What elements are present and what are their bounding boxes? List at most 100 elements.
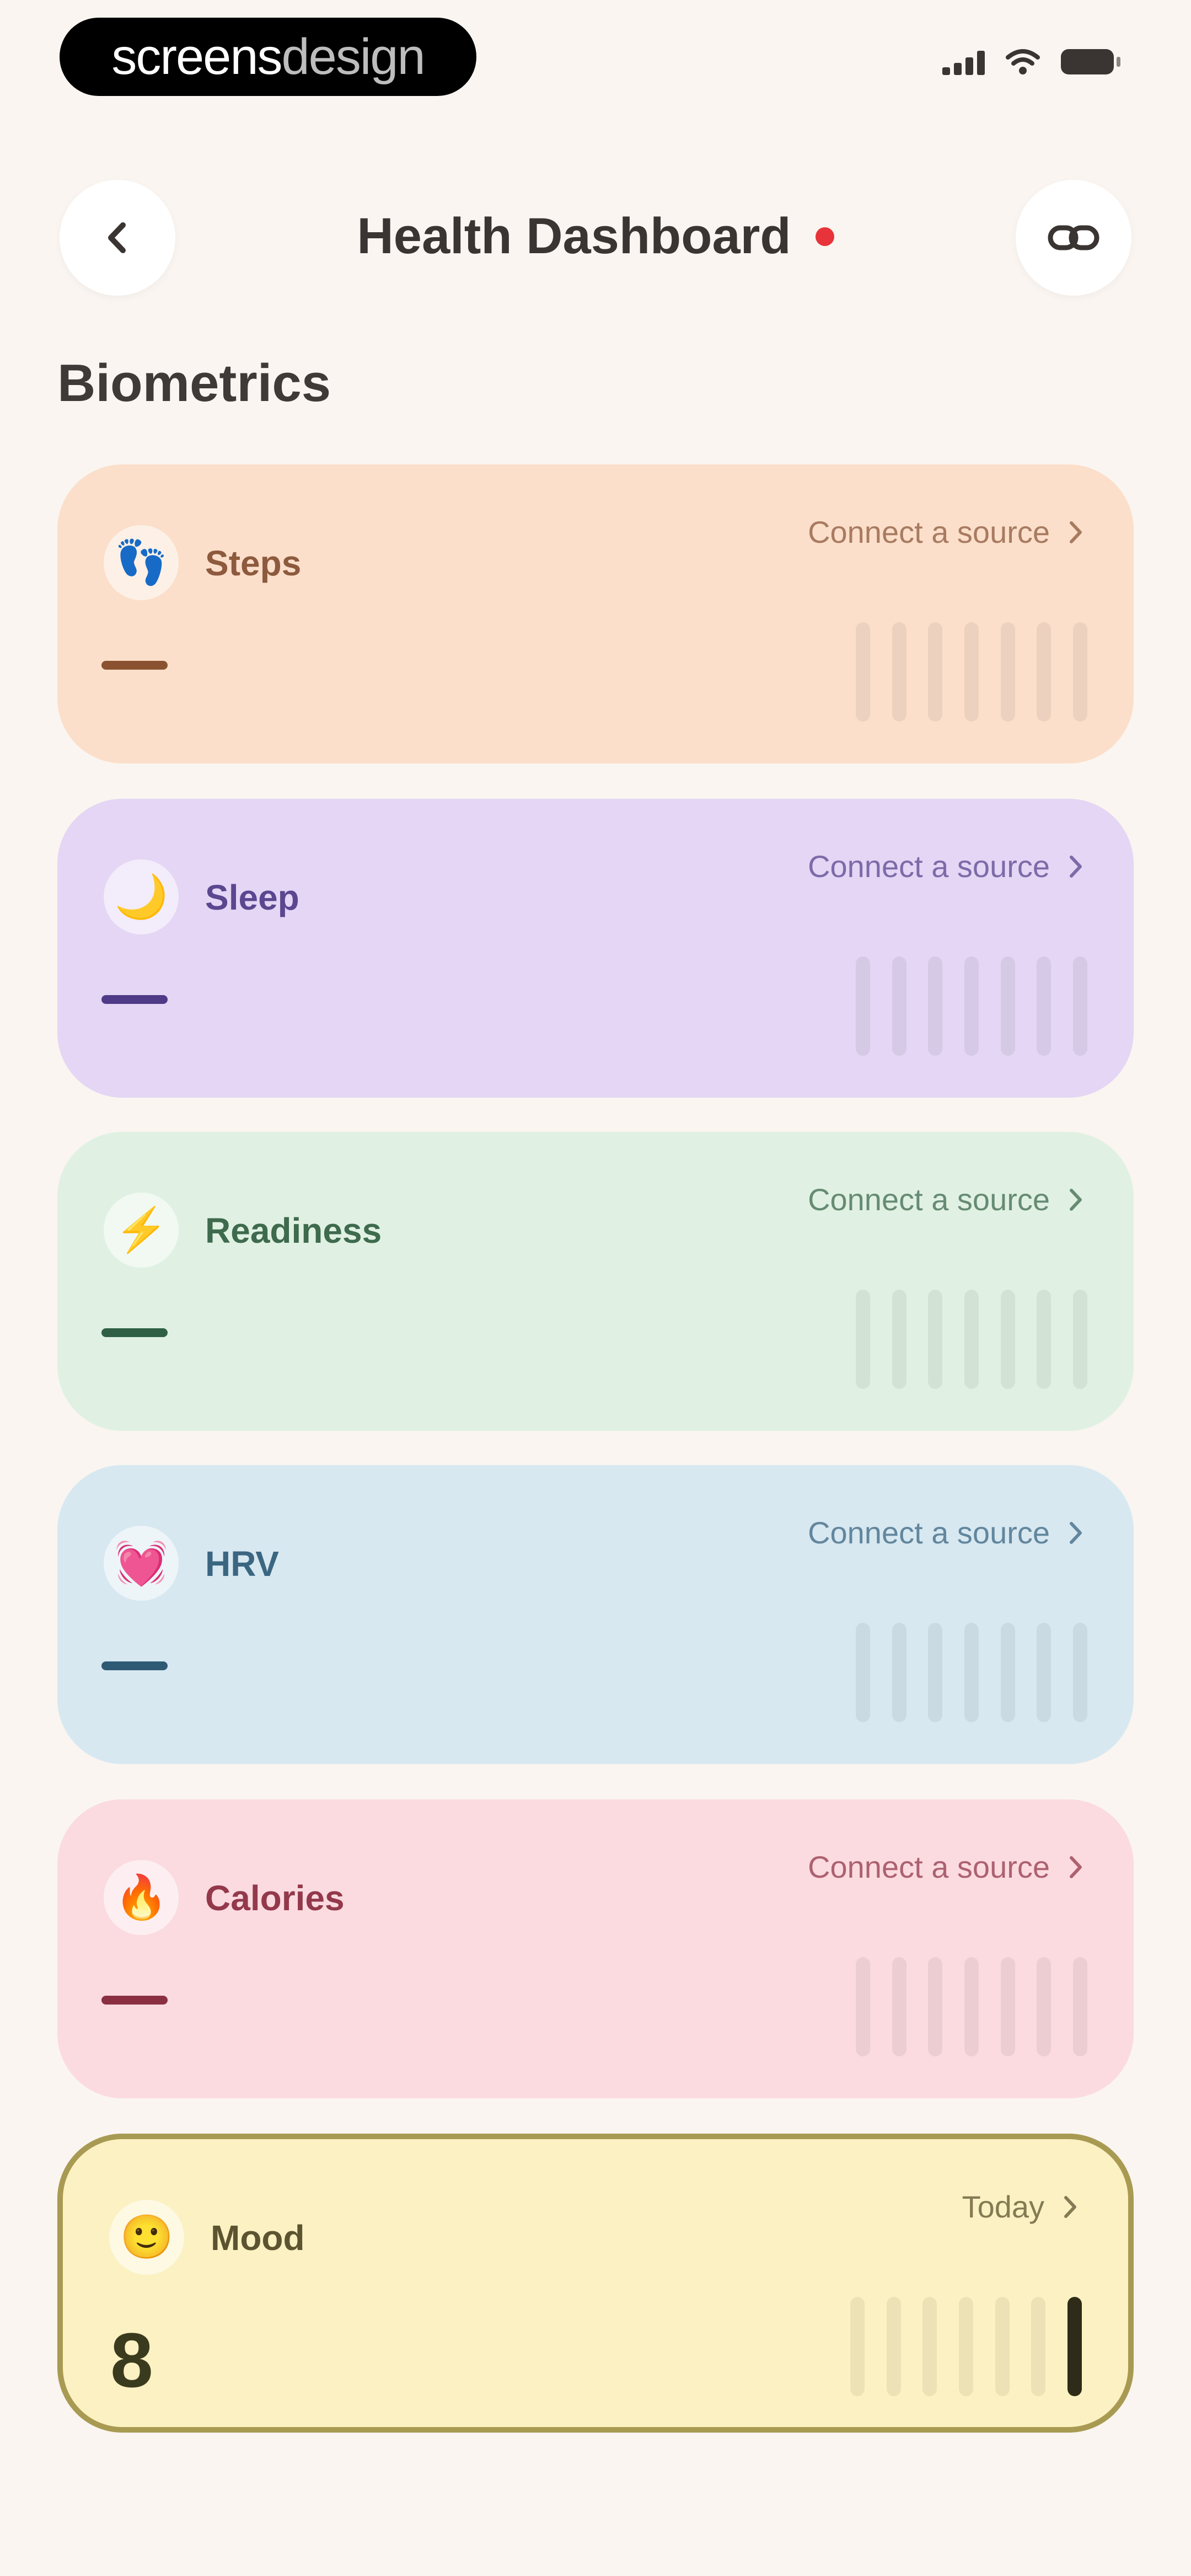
bar: [856, 1957, 870, 2056]
card-calories[interactable]: 🔥 Calories Connect a source: [57, 1799, 1134, 2098]
card-label: Steps: [205, 543, 302, 583]
bar: [1072, 1957, 1087, 2056]
bar: [856, 1623, 870, 1722]
bar: [892, 956, 906, 1056]
card-steps[interactable]: 👣 Steps Connect a source: [57, 464, 1134, 763]
bar: [964, 1623, 979, 1722]
bar: [928, 956, 943, 1056]
status-bar: [942, 49, 1120, 75]
watermark-logo: screens design: [60, 18, 476, 96]
bar: [1000, 956, 1015, 1056]
bar: [928, 622, 943, 722]
empty-value-dash: [101, 995, 168, 1004]
battery-icon: [1061, 49, 1120, 74]
link-icon: [1048, 225, 1099, 250]
bar: [964, 1957, 979, 2056]
bar: [1037, 956, 1051, 1056]
heart-rate-icon: 💓: [104, 1526, 179, 1601]
bar: [964, 956, 979, 1056]
bar: [856, 1290, 870, 1389]
bar: [964, 1290, 979, 1389]
chevron-right-icon: [1070, 521, 1082, 543]
card-link-label: Connect a source: [808, 849, 1050, 884]
chevron-right-icon: [1070, 1188, 1082, 1211]
bar: [1000, 1623, 1015, 1722]
card-link-label: Connect a source: [808, 1182, 1050, 1217]
footprints-icon: 👣: [104, 525, 179, 600]
bar: [1072, 622, 1087, 722]
flame-icon: 🔥: [104, 1860, 179, 1935]
card-label: HRV: [205, 1544, 279, 1584]
card-link[interactable]: Connect a source: [808, 848, 1083, 884]
card-label: Readiness: [205, 1211, 382, 1250]
bar: [892, 1290, 906, 1389]
card-link[interactable]: Today: [962, 2189, 1077, 2225]
watermark-bold: screens: [111, 28, 282, 85]
card-mood[interactable]: 🙂 Mood Today 8: [57, 2134, 1134, 2433]
bar: [1000, 1290, 1015, 1389]
bar: [1072, 1623, 1087, 1722]
empty-value-dash: [101, 1996, 168, 2005]
card-hrv[interactable]: 💓 HRV Connect a source: [57, 1465, 1134, 1764]
bar: [1000, 622, 1015, 722]
weekly-bars: [856, 1623, 1087, 1722]
card-link[interactable]: Connect a source: [808, 1182, 1083, 1217]
watermark-light: design: [281, 28, 426, 85]
link-button[interactable]: [1016, 180, 1131, 296]
bar: [1072, 1290, 1087, 1389]
weekly-bars: [856, 1290, 1087, 1389]
bar: [850, 2297, 865, 2396]
page-title-row: Health Dashboard: [0, 207, 1191, 265]
weekly-bars: [850, 2297, 1082, 2396]
card-readiness[interactable]: ⚡ Readiness Connect a source: [57, 1132, 1134, 1431]
bar: [1031, 2297, 1046, 2396]
wifi-icon: [1006, 49, 1040, 74]
bar: [886, 2297, 901, 2396]
bar: [1072, 956, 1087, 1056]
card-link-label: Connect a source: [808, 515, 1050, 549]
bar: [856, 956, 870, 1056]
bar: [892, 1957, 906, 2056]
bar: [1037, 1623, 1051, 1722]
bar: [1000, 1957, 1015, 2056]
card-sleep[interactable]: 🌙 Sleep Connect a source: [57, 799, 1134, 1098]
card-value: 8: [110, 2317, 153, 2403]
weekly-bars: [856, 1957, 1087, 2056]
bar: [964, 622, 979, 722]
bar: [995, 2297, 1010, 2396]
card-link[interactable]: Connect a source: [808, 1849, 1083, 1885]
weekly-bars: [856, 622, 1087, 722]
bar: [856, 622, 870, 722]
signal-icon: [942, 49, 985, 75]
card-label: Calories: [205, 1878, 345, 1918]
bar: [1037, 1957, 1051, 2056]
bar: [1067, 2297, 1082, 2396]
notification-dot: [815, 227, 834, 246]
card-link-label: Connect a source: [808, 1850, 1050, 1884]
empty-value-dash: [101, 1661, 168, 1670]
bar: [1037, 622, 1051, 722]
bar: [928, 1290, 943, 1389]
header: Health Dashboard: [0, 180, 1191, 296]
bar: [958, 2297, 973, 2396]
chevron-right-icon: [1064, 2195, 1076, 2218]
chevron-right-icon: [1070, 1521, 1082, 1544]
card-link[interactable]: Connect a source: [808, 514, 1083, 550]
lightning-icon: ⚡: [104, 1193, 179, 1268]
smiley-icon: 🙂: [109, 2200, 184, 2275]
bar: [928, 1957, 943, 2056]
bar: [892, 622, 906, 722]
bar: [928, 1623, 943, 1722]
card-label: Sleep: [205, 878, 299, 917]
section-title: Biometrics: [57, 354, 331, 413]
card-label: Mood: [211, 2218, 305, 2258]
chevron-right-icon: [1070, 1856, 1082, 1878]
card-link[interactable]: Connect a source: [808, 1515, 1083, 1551]
chevron-right-icon: [1070, 855, 1082, 878]
empty-value-dash: [101, 661, 168, 670]
card-link-label: Connect a source: [808, 1515, 1050, 1550]
bar: [922, 2297, 937, 2396]
page-title: Health Dashboard: [357, 208, 791, 264]
bar: [892, 1623, 906, 1722]
empty-value-dash: [101, 1328, 168, 1337]
